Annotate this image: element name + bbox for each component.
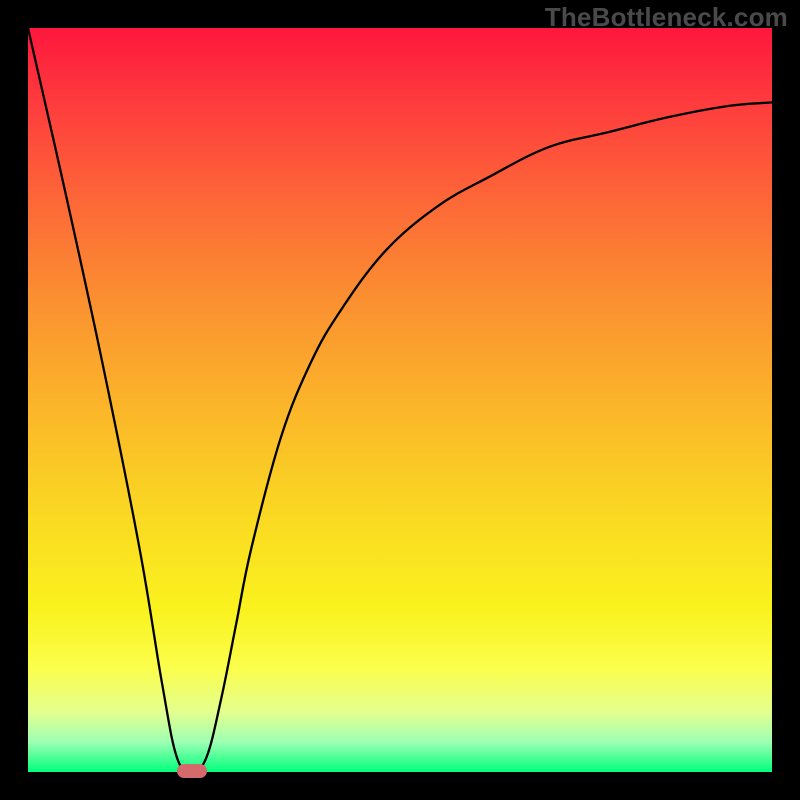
- watermark-text: TheBottleneck.com: [545, 2, 788, 33]
- chart-frame: TheBottleneck.com: [0, 0, 800, 800]
- optimal-point-marker: [177, 764, 207, 778]
- chart-plot-area: [28, 28, 772, 772]
